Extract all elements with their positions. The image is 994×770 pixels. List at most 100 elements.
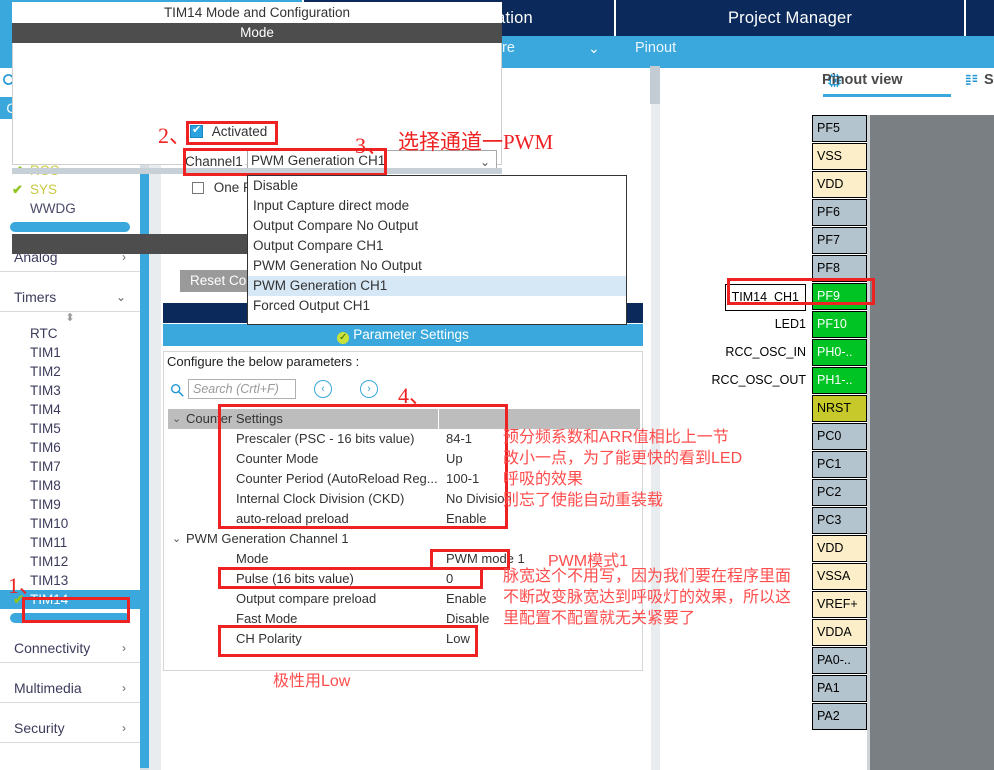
annotation-box-pin-pf9 bbox=[727, 278, 875, 305]
annotation-box-tim14 bbox=[22, 597, 130, 623]
sidebar-scroll-pill[interactable] bbox=[10, 222, 130, 232]
parameter-settings-bar[interactable]: ✓ Parameter Settings bbox=[163, 324, 643, 346]
pin-name: VDD bbox=[817, 177, 844, 191]
annotation-note-counter: 预分频系数和ARR值相比上一节 改小一点，为了能更快的看到LED 呼吸的效果 别… bbox=[503, 429, 743, 509]
sidebar-item-label: WWDG bbox=[30, 201, 76, 216]
sidebar-item-tim11[interactable]: TIM11 bbox=[0, 533, 140, 552]
chevron-down-icon: ⌄ bbox=[115, 290, 126, 304]
pin-pf5[interactable]: PF5 bbox=[812, 115, 867, 142]
sidebar-item-tim9[interactable]: TIM9 bbox=[0, 495, 140, 514]
pin-vdda[interactable]: VDDA bbox=[812, 619, 867, 646]
pin-name: PA2 bbox=[817, 709, 840, 723]
dropdown-option-input-capture-direct-mode[interactable]: Input Capture direct mode bbox=[248, 196, 626, 216]
pin-column-left: PF5 VSS VDD PF6 PF7 PF8 PF9 TIM14_CH1 PF… bbox=[712, 115, 867, 731]
pin-pa0[interactable]: PA0-.. bbox=[812, 647, 867, 674]
sidebar-item-label: RTC bbox=[30, 326, 58, 341]
pin-name: PF5 bbox=[817, 121, 840, 135]
sidebar-item-rtc[interactable]: RTC bbox=[0, 324, 140, 343]
parameter-search-input[interactable]: Search (Crtl+F) bbox=[188, 379, 296, 399]
one-pulse-checkbox[interactable]: One P bbox=[192, 180, 252, 195]
dropdown-option-pwm-generation-no-output[interactable]: PWM Generation No Output bbox=[248, 256, 626, 276]
sidebar-item-tim4[interactable]: TIM4 bbox=[0, 400, 140, 419]
pin-pc3[interactable]: PC3 bbox=[812, 507, 867, 534]
sidebar-item-tim10[interactable]: TIM10 bbox=[0, 514, 140, 533]
pin-vss-1[interactable]: VSS bbox=[812, 143, 867, 170]
sidebar-item-tim5[interactable]: TIM5 bbox=[0, 419, 140, 438]
pin-name: VSSA bbox=[817, 569, 851, 583]
pin-pa1[interactable]: PA1 bbox=[812, 675, 867, 702]
pin-name: PF6 bbox=[817, 205, 840, 219]
next-button[interactable]: › bbox=[360, 380, 378, 398]
sidebar-item-tim1[interactable]: TIM1 bbox=[0, 343, 140, 362]
spinner-icon[interactable]: ⬍ bbox=[0, 312, 140, 324]
pin-name: PC2 bbox=[817, 485, 842, 499]
pin-ph1[interactable]: PH1-.. RCC_OSC_OUT bbox=[712, 367, 867, 394]
mode-section-header: Mode bbox=[12, 23, 502, 43]
channel-dropdown-list[interactable]: Disable Input Capture direct mode Output… bbox=[247, 175, 627, 325]
pin-pf7[interactable]: PF7 bbox=[812, 227, 867, 254]
dropdown-option-pwm-generation-ch1[interactable]: PWM Generation CH1 bbox=[248, 276, 626, 296]
chevron-down-icon: ⌄ bbox=[588, 40, 600, 56]
pin-signal-label-rcc-osc-in: RCC_OSC_IN bbox=[725, 345, 806, 359]
pin-name: PF8 bbox=[817, 261, 840, 275]
sidebar-group-security[interactable]: Security › bbox=[0, 713, 140, 743]
pin-vssa[interactable]: VSSA bbox=[812, 563, 867, 590]
sidebar-group-label: Security bbox=[14, 720, 65, 736]
pin-pc0[interactable]: PC0 bbox=[812, 423, 867, 450]
page-title: TIM14 Mode and Configuration bbox=[12, 2, 502, 23]
pin-name: VSS bbox=[817, 149, 843, 163]
chevron-down-icon: ⌄ bbox=[172, 533, 182, 545]
chevron-down-icon: ⌄ bbox=[479, 155, 490, 169]
dropdown-option-forced-output-ch1[interactable]: Forced Output CH1 bbox=[248, 296, 626, 316]
pin-vref[interactable]: VREF+ bbox=[812, 591, 867, 618]
sidebar-scrollbar-thumb[interactable] bbox=[140, 168, 149, 768]
pin-pf6[interactable]: PF6 bbox=[812, 199, 867, 226]
sidebar-item-tim3[interactable]: TIM3 bbox=[0, 381, 140, 400]
annotation-box-counter bbox=[218, 404, 508, 529]
pin-pc2[interactable]: PC2 bbox=[812, 479, 867, 506]
sidebar-item-label: TIM11 bbox=[30, 535, 68, 550]
sidebar-item-sys[interactable]: ✔ SYS bbox=[0, 180, 140, 199]
pinout-menu-button[interactable]: Pinout bbox=[605, 39, 676, 58]
annotation-note-polarity: 极性用Low bbox=[273, 673, 351, 690]
previous-button[interactable]: ‹ bbox=[314, 380, 332, 398]
tab-system-view[interactable]: S bbox=[984, 72, 994, 88]
tab-project-manager-label: Project Manager bbox=[727, 8, 853, 27]
param-value[interactable]: Enable bbox=[446, 589, 486, 609]
pin-ph0[interactable]: PH0-.. RCC_OSC_IN bbox=[725, 339, 867, 366]
pin-vdd-1[interactable]: VDD bbox=[812, 171, 867, 198]
sidebar-group-multimedia[interactable]: Multimedia › bbox=[0, 673, 140, 703]
sidebar-item-tim7[interactable]: TIM7 bbox=[0, 457, 140, 476]
pin-name: PC0 bbox=[817, 429, 842, 443]
sidebar-item-label: TIM2 bbox=[30, 364, 61, 379]
param-group-pwm-generation-channel-1[interactable]: ⌄ PWM Generation Channel 1 bbox=[168, 529, 640, 549]
tab-project-manager[interactable]: Project Manager bbox=[614, 0, 964, 36]
panel-collapse-handle[interactable] bbox=[650, 66, 660, 104]
search-icon bbox=[170, 383, 184, 397]
pin-pc1[interactable]: PC1 bbox=[812, 451, 867, 478]
sidebar-item-label: TIM9 bbox=[30, 497, 61, 512]
sidebar-item-label: TIM1 bbox=[30, 345, 61, 360]
sidebar-item-label: TIM12 bbox=[30, 554, 69, 569]
dropdown-option-output-compare-ch1[interactable]: Output Compare CH1 bbox=[248, 236, 626, 256]
sidebar-item-tim2[interactable]: TIM2 bbox=[0, 362, 140, 381]
sidebar-item-label: SYS bbox=[30, 182, 58, 197]
tab-pinout-view[interactable]: Pinout view bbox=[822, 72, 903, 88]
dropdown-option-disable[interactable]: Disable bbox=[248, 176, 626, 196]
sidebar-group-timers[interactable]: Timers ⌄ bbox=[0, 282, 140, 312]
pin-pf10[interactable]: PF10 LED1 bbox=[775, 311, 867, 338]
tab-tools[interactable] bbox=[964, 0, 994, 36]
annotation-step-2: 2、 bbox=[158, 123, 192, 148]
annotation-step-3-text: 选择通道一PWM bbox=[398, 130, 554, 154]
pin-name: PH0-.. bbox=[817, 345, 853, 359]
sidebar-item-wwdg[interactable]: WWDG bbox=[0, 199, 140, 218]
pin-vdd-2[interactable]: VDD bbox=[812, 535, 867, 562]
dropdown-option-output-compare-no-output[interactable]: Output Compare No Output bbox=[248, 216, 626, 236]
sidebar-group-connectivity[interactable]: Connectivity › bbox=[0, 633, 140, 663]
pin-nrst[interactable]: NRST bbox=[812, 395, 867, 422]
sidebar-list: IWDG NVIC ✔RCC ✔SYS WWDG Analog › Timers… bbox=[0, 119, 140, 770]
pin-pa2[interactable]: PA2 bbox=[812, 703, 867, 730]
sidebar-item-tim6[interactable]: TIM6 bbox=[0, 438, 140, 457]
sidebar-item-tim8[interactable]: TIM8 bbox=[0, 476, 140, 495]
list-icon[interactable] bbox=[965, 73, 980, 88]
